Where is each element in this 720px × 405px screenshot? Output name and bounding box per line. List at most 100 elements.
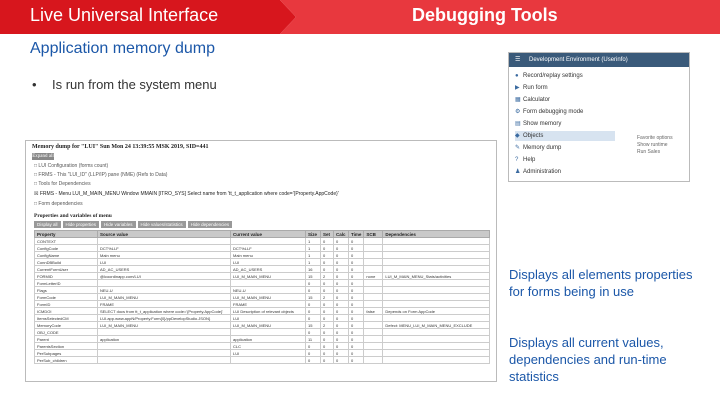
dump-row[interactable]: □ LUI Configuration (forms count) xyxy=(34,163,108,169)
menu-item-record[interactable]: ● Record/replay settings xyxy=(515,71,615,81)
table-cell: AD_AC_USERS xyxy=(97,265,231,273)
table-cell xyxy=(382,328,490,336)
table-row: FormID FRAME FRAME 0 0 0 0 xyxy=(34,300,490,308)
table-cell xyxy=(97,328,231,336)
table-cell: 0 xyxy=(305,356,321,364)
col-current-value: Current value xyxy=(230,230,306,238)
table-cell: 0 xyxy=(333,356,349,364)
table-cell xyxy=(363,342,384,350)
menu-item-memory[interactable]: ▤ Show memory xyxy=(515,119,615,129)
table-cell: Parent xyxy=(34,335,98,343)
table-cell: DCT%LLF xyxy=(97,244,231,252)
table-cell: 0 xyxy=(347,349,365,357)
table-cell: 0 xyxy=(333,286,349,294)
table-cell: 1 xyxy=(305,244,321,252)
menu-item-run[interactable]: ▶ Run form xyxy=(515,83,615,93)
table-cell: DCT%LLF xyxy=(230,244,306,252)
table-cell: AD_AC_USERS xyxy=(230,265,306,273)
table-cell: ConfigName xyxy=(34,251,98,259)
table-cell: 0 xyxy=(320,356,334,364)
bullet-text: Is run from the system menu xyxy=(52,77,217,92)
col-property: Property xyxy=(34,230,98,238)
tab-hide-variables[interactable]: Hide variables xyxy=(101,221,136,228)
table-cell: ConnDBBuild xyxy=(34,258,98,266)
table-cell xyxy=(382,314,490,322)
table-cell: 0 xyxy=(305,286,321,294)
table-row: Parent application application 11 0 0 0 xyxy=(34,335,490,343)
table-cell xyxy=(363,356,384,364)
table-cell xyxy=(97,356,231,364)
properties-section-title: Properties and variables of menu xyxy=(34,213,112,219)
table-cell: CONTEXT xyxy=(34,237,98,245)
tab-display-all[interactable]: Display all xyxy=(34,221,61,228)
settings-icon: ⚙ xyxy=(515,109,521,115)
table-cell xyxy=(97,237,231,245)
table-cell: 15 xyxy=(305,272,321,280)
table-cell: @lcoordinapp.com/LUI xyxy=(97,272,231,280)
description-elements: Displays all elements properties for for… xyxy=(509,267,693,299)
table-cell: 0 xyxy=(347,237,365,245)
table-cell xyxy=(363,265,384,273)
table-cell: OBJ_CODE xyxy=(34,328,98,336)
table-cell xyxy=(382,265,490,273)
menu-item-calculator[interactable]: ▦ Calculator xyxy=(515,95,615,105)
menu-item-help[interactable]: ? Help xyxy=(515,155,615,165)
table-cell xyxy=(363,349,384,357)
table-cell: none xyxy=(363,272,384,280)
table-cell: 0 xyxy=(347,251,365,259)
admin-icon: ♟ xyxy=(515,169,521,175)
menu-item-label: Show memory xyxy=(523,121,562,127)
table-cell: 0 xyxy=(347,300,365,308)
menu-item-label: Record/replay settings xyxy=(523,73,583,79)
dump-row[interactable]: □ FRMS - This "LUI_ID" (LLP/IP) pane (NM… xyxy=(34,172,167,178)
table-cell xyxy=(230,328,306,336)
tab-hide-values[interactable]: Hide values/statistics xyxy=(137,221,186,228)
table-row: CONTEXT 1 0 0 0 xyxy=(34,237,490,245)
col-scb: SCB xyxy=(363,230,384,238)
table-cell: 0 xyxy=(305,328,321,336)
table-cell: Main menu xyxy=(230,251,306,259)
menu-item-dump[interactable]: ✎ Memory dump xyxy=(515,143,615,153)
table-cell xyxy=(363,314,384,322)
table-row: FORMID @lcoordinapp.com/LUI LUI_M_MAIN_MEN… xyxy=(34,272,490,280)
run-icon: ▶ xyxy=(515,85,520,91)
table-cell: SELECT docs from tt_t_application where … xyxy=(97,307,231,315)
table-cell: 0 xyxy=(347,286,365,294)
menu-item-label: Calculator xyxy=(523,97,551,103)
table-cell: PerSub_children xyxy=(34,356,98,364)
menu-item-admin[interactable]: ♟ Administration xyxy=(515,167,615,177)
table-cell: 0 xyxy=(320,342,334,350)
table-cell xyxy=(382,349,490,357)
table-cell: 0 xyxy=(347,335,365,343)
calculator-icon: ▦ xyxy=(515,97,521,103)
table-cell: ICMDOI xyxy=(34,307,98,315)
description-values: Displays all current values, dependencie… xyxy=(509,335,667,384)
table-cell: 0 xyxy=(320,258,334,266)
table-cell xyxy=(382,237,490,245)
table-cell: 0 xyxy=(333,293,349,301)
dump-row[interactable]: □ Form dependencies xyxy=(34,201,83,207)
header-banner: Live Universal Interface Debugging Tools xyxy=(0,0,720,34)
menu-item-objects[interactable]: ◆ Objects xyxy=(515,131,615,141)
table-cell: 0 xyxy=(347,293,365,301)
table-row: FormCode LUI_M_MAIN_MENU LUI_M_MAIN_MENU 15… xyxy=(34,293,490,301)
table-cell xyxy=(363,286,384,294)
dump-row-expanded[interactable]: ☒ FRMS - Menu LUI_M_MAIN_MENU Window MMA… xyxy=(34,191,339,197)
table-row: PerSub_children 0 0 0 0 xyxy=(34,356,490,364)
table-cell xyxy=(97,279,231,287)
table-cell: ItemsSelectedCM xyxy=(34,314,98,322)
hamburger-icon[interactable]: ☰ xyxy=(515,53,520,67)
dump-row[interactable]: □ Tools for Dependencies xyxy=(34,181,91,187)
memory-icon: ▤ xyxy=(515,121,521,127)
expand-all-button[interactable]: Expand all xyxy=(32,153,54,160)
table-cell: 1 xyxy=(305,237,321,245)
table-cell: LUI xyxy=(230,314,306,322)
table-cell: CurrentFormUser xyxy=(34,265,98,273)
table-cell: 0 xyxy=(333,349,349,357)
menu-item-settings[interactable]: ⚙ Form debugging mode xyxy=(515,107,615,117)
table-cell: 0 xyxy=(320,300,334,308)
tab-hide-dependencies[interactable]: Hide dependencies xyxy=(187,221,233,228)
menu-item-label: Memory dump xyxy=(523,145,562,151)
properties-table: Property Source value Current value Size… xyxy=(34,230,490,364)
tab-hide-properties[interactable]: Hide properties xyxy=(62,221,100,228)
